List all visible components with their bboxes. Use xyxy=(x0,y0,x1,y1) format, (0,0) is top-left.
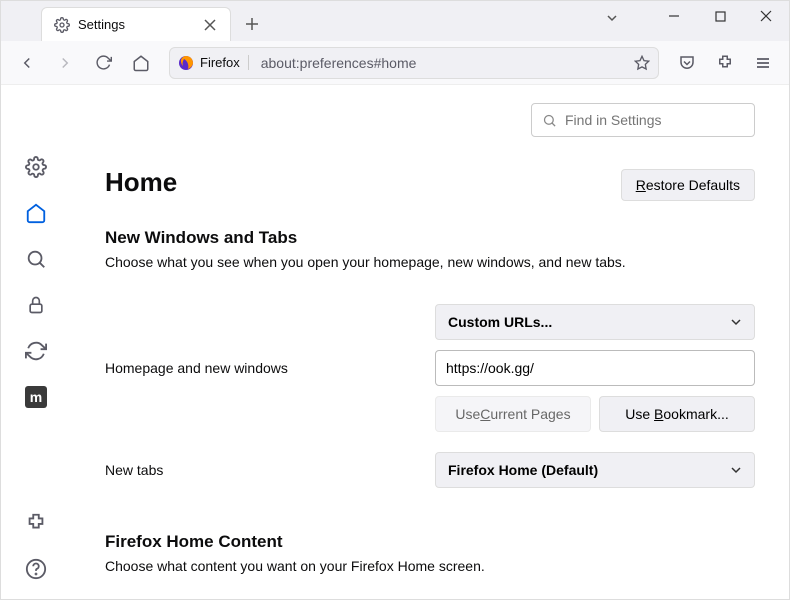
menu-button[interactable] xyxy=(747,47,779,79)
section-new-windows-desc: Choose what you see when you open your h… xyxy=(105,254,755,270)
firefox-logo-icon xyxy=(178,55,194,71)
use-bookmark-button[interactable]: Use Bookmark... xyxy=(599,396,755,432)
chevron-down-icon xyxy=(730,316,742,328)
sidebar-sync-icon[interactable] xyxy=(24,339,48,363)
pocket-button[interactable] xyxy=(671,47,703,79)
section-new-windows-title: New Windows and Tabs xyxy=(105,228,755,248)
tab-bar: Settings xyxy=(1,1,789,41)
bookmark-star-icon[interactable] xyxy=(634,55,650,71)
newtabs-label: New tabs xyxy=(105,462,435,478)
back-button[interactable] xyxy=(11,47,43,79)
newtabs-value: Firefox Home (Default) xyxy=(448,462,598,478)
window-minimize-button[interactable] xyxy=(651,1,697,31)
find-input[interactable] xyxy=(565,112,744,128)
url-identity-label: Firefox xyxy=(200,55,249,70)
use-current-pages-button[interactable]: Use Current Pages xyxy=(435,396,591,432)
tab-title: Settings xyxy=(78,17,202,32)
sidebar-extensions-icon[interactable] xyxy=(24,511,48,535)
tab-settings[interactable]: Settings xyxy=(41,7,231,41)
homepage-mode-value: Custom URLs... xyxy=(448,314,552,330)
sidebar-m-icon[interactable]: m xyxy=(24,385,48,409)
settings-sidebar: m xyxy=(1,85,71,601)
url-bar[interactable]: Firefox about:preferences#home xyxy=(169,47,659,79)
nav-toolbar: Firefox about:preferences#home xyxy=(1,41,789,85)
tab-list-button[interactable] xyxy=(605,11,619,25)
newtabs-select[interactable]: Firefox Home (Default) xyxy=(435,452,755,488)
sidebar-help-icon[interactable] xyxy=(24,557,48,581)
extensions-button[interactable] xyxy=(709,47,741,79)
gear-icon xyxy=(54,17,70,33)
homepage-mode-select[interactable]: Custom URLs... xyxy=(435,304,755,340)
sidebar-general-icon[interactable] xyxy=(24,155,48,179)
chevron-down-icon xyxy=(730,464,742,476)
sidebar-search-icon[interactable] xyxy=(24,247,48,271)
sidebar-privacy-icon[interactable] xyxy=(24,293,48,317)
restore-defaults-button[interactable]: Restore Defaults xyxy=(621,169,755,201)
window-maximize-button[interactable] xyxy=(697,1,743,31)
url-text: about:preferences#home xyxy=(261,55,634,71)
home-button[interactable] xyxy=(125,47,157,79)
homepage-url-input[interactable] xyxy=(435,350,755,386)
settings-main: Home Restore Defaults New Windows and Ta… xyxy=(71,85,789,601)
window-close-button[interactable] xyxy=(743,1,789,31)
section-ffhome-title: Firefox Home Content xyxy=(105,532,755,552)
forward-button[interactable] xyxy=(49,47,81,79)
find-in-settings[interactable] xyxy=(531,103,755,137)
sidebar-home-icon[interactable] xyxy=(24,201,48,225)
new-tab-button[interactable] xyxy=(237,9,267,39)
reload-button[interactable] xyxy=(87,47,119,79)
homepage-label: Homepage and new windows xyxy=(105,360,435,376)
search-icon xyxy=(542,113,557,128)
close-icon[interactable] xyxy=(202,17,218,33)
section-ffhome-desc: Choose what content you want on your Fir… xyxy=(105,558,755,574)
